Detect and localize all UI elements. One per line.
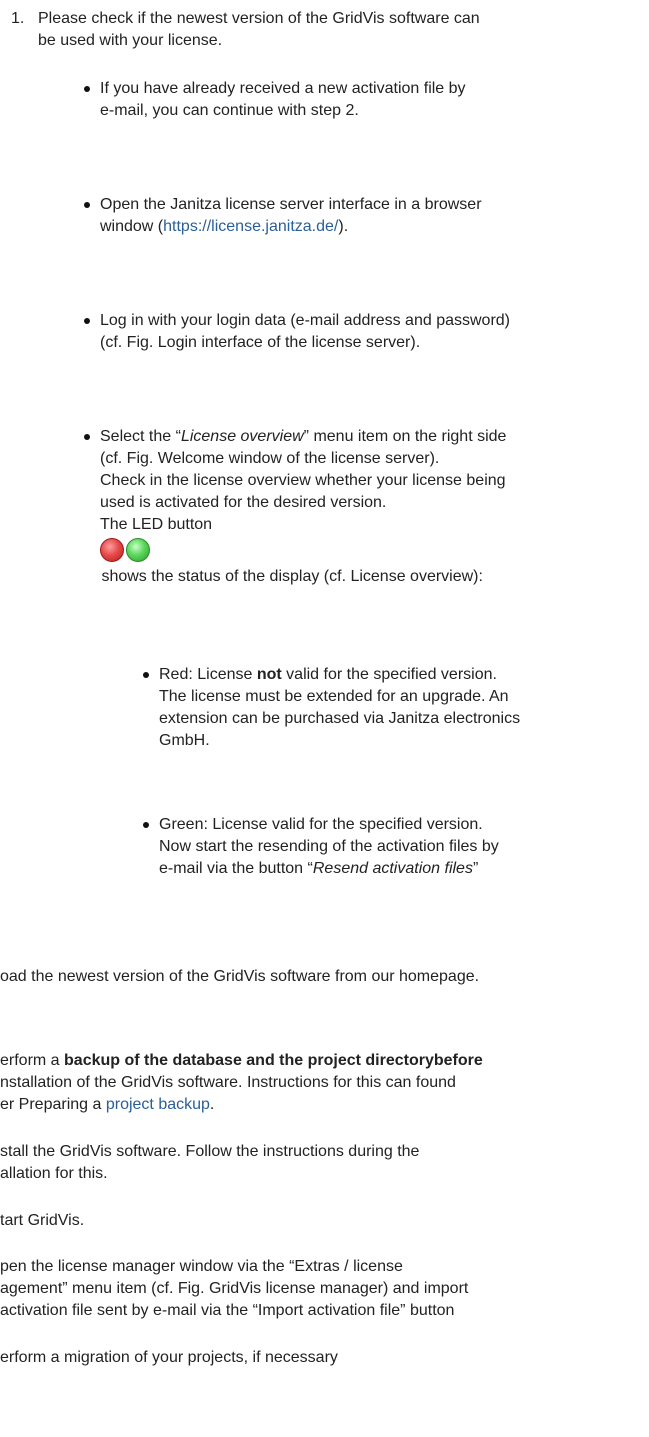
step-migration: erform a migration of your projects, if …	[0, 1349, 338, 1366]
bullet-2-line2: window (https://license.janitza.de/).	[100, 216, 348, 238]
backup-bold: backup of the database and the project d…	[64, 1052, 483, 1069]
step-backup-line1: erform a backup of the database and the …	[0, 1050, 483, 1072]
bullet-4-line2: (cf. Fig. Welcome window of the license …	[100, 450, 440, 467]
bullet-4-line4: used is activated for the desired versio…	[100, 494, 387, 511]
step-1-number: 1.	[11, 10, 25, 27]
resend-activation-emphasis: Resend activation files	[312, 860, 473, 877]
bullet-4-line3: Check in the license overview whether yo…	[100, 472, 506, 489]
bullet-4-line5: The LED button	[100, 516, 213, 533]
sub-bullet-green-line1: Green: License valid for the specified v…	[159, 816, 483, 833]
step-license-manager-line2: agement” menu item (cf. Fig. GridVis lic…	[0, 1280, 469, 1297]
green-led-icon	[126, 538, 150, 562]
sub-bullet-red-line1: Red: License not valid for the specified…	[159, 664, 497, 686]
red-prefix: Red: License	[159, 666, 257, 683]
bullet-3-line1: Log in with your login data (e-mail addr…	[100, 312, 510, 329]
sub-bullet-red-line3: extension can be purchased via Janitza e…	[159, 710, 521, 727]
led-buttons	[100, 538, 152, 562]
red-led-icon	[100, 538, 124, 562]
license-server-link[interactable]: https://license.janitza.de/	[163, 218, 338, 235]
red-not-bold: not	[256, 666, 282, 683]
step-backup-line2: nstallation of the GridVis software. Ins…	[0, 1074, 456, 1091]
license-overview-emphasis: License overview	[180, 428, 304, 445]
green-prefix: e-mail via the button “	[159, 860, 313, 877]
sub-bullet-red-line4: GmbH.	[159, 732, 210, 749]
sub-bullet-green-line2: Now start the resending of the activatio…	[159, 838, 499, 855]
bullet-dot-icon	[84, 202, 90, 208]
bullet-dot-icon	[143, 822, 149, 828]
bullet-1-line2: e-mail, you can continue with step 2.	[100, 102, 359, 119]
bullet-4-suffix: ” menu item on the right side	[303, 428, 507, 445]
bullet-dot-icon	[143, 672, 149, 678]
backup-line3-prefix: er Preparing a	[0, 1096, 106, 1113]
step-install-line2: allation for this.	[0, 1165, 108, 1182]
step-1-text-line2: be used with your license.	[38, 32, 223, 49]
step-install-line1: stall the GridVis software. Follow the i…	[0, 1143, 420, 1160]
backup-line3-suffix: .	[209, 1096, 215, 1113]
bullet-2-prefix: window (	[100, 218, 164, 235]
red-suffix: valid for the specified version.	[281, 666, 497, 683]
step-license-manager-line3: activation file sent by e-mail via the “…	[0, 1302, 455, 1319]
backup-prefix: erform a	[0, 1052, 65, 1069]
sub-bullet-red-line2: The license must be extended for an upgr…	[159, 688, 509, 705]
step-license-manager-line1: pen the license manager window via the “…	[0, 1258, 403, 1275]
bullet-1-line1: If you have already received a new activ…	[100, 80, 466, 97]
sub-bullet-green-line3: e-mail via the button “Resend activation…	[159, 858, 478, 880]
bullet-3-line2: (cf. Fig. Login interface of the license…	[100, 334, 421, 351]
green-suffix: ”	[472, 860, 479, 877]
bullet-4-line1: Select the “License overview” menu item …	[100, 426, 506, 448]
step-1-text-line1: Please check if the newest version of th…	[38, 10, 480, 27]
bullet-2-suffix: ).	[338, 218, 349, 235]
bullet-4-prefix: Select the “	[100, 428, 181, 445]
bullet-4-line6: shows the status of the display (cf. Lic…	[97, 568, 483, 585]
bullet-2-line1: Open the Janitza license server interfac…	[100, 196, 482, 213]
bullet-dot-icon	[84, 434, 90, 440]
project-backup-link[interactable]: project backup	[106, 1096, 210, 1113]
step-backup-line3: er Preparing a project backup.	[0, 1094, 214, 1116]
step-download: oad the newest version of the GridVis so…	[0, 968, 480, 985]
bullet-dot-icon	[84, 86, 90, 92]
bullet-dot-icon	[84, 318, 90, 324]
step-start: tart GridVis.	[0, 1212, 85, 1229]
